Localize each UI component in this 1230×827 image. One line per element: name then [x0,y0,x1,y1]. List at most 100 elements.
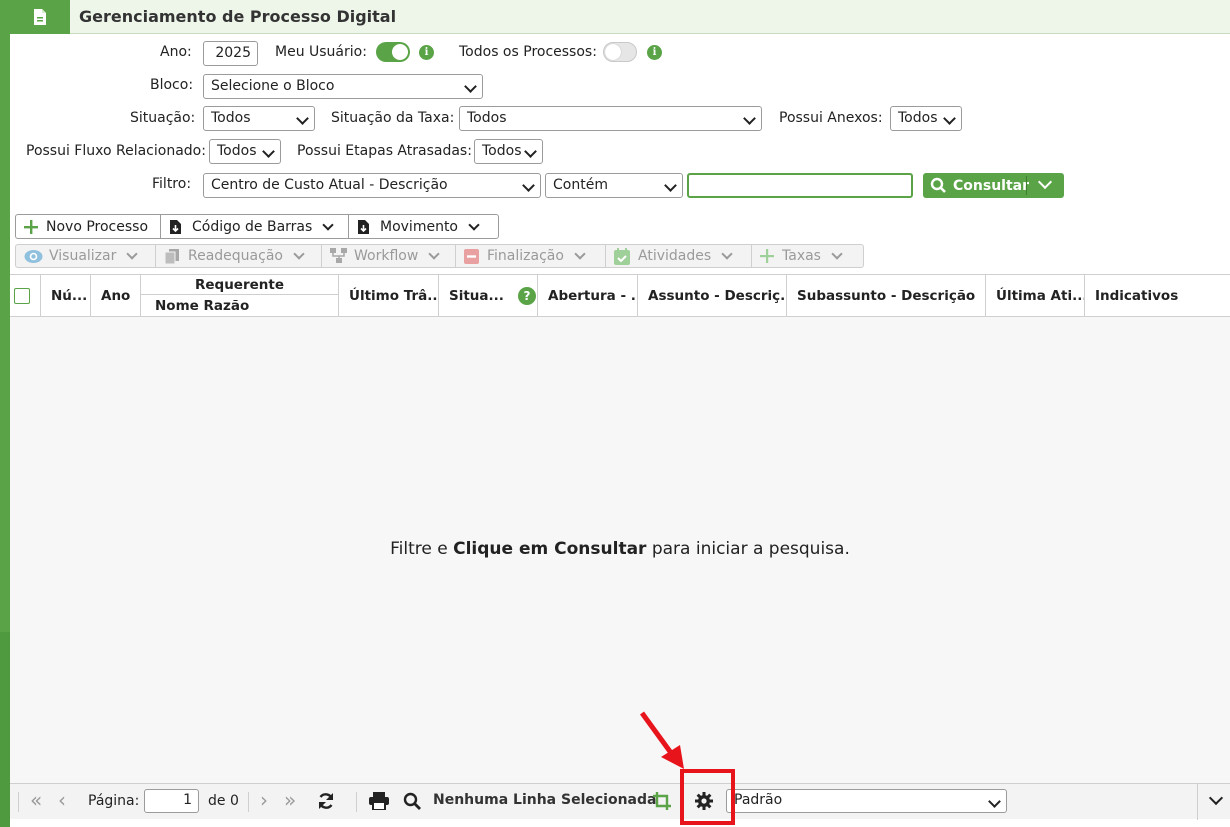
last-page-icon[interactable]: » [284,788,296,812]
action-toolbar: Novo Processo Código de Barras Movimento [15,214,499,239]
secondary-toolbar: Visualizar Readequação Workflow Finaliza… [15,244,864,268]
novo-processo-label: Novo Processo [46,218,149,235]
workflow-icon [330,248,347,263]
possui-anexos-label: Possui Anexos: [779,110,883,126]
print-icon[interactable] [369,792,389,810]
possui-etapas-select[interactable]: Todos [474,139,543,164]
column-assunto[interactable]: Assunto - Descriç... [638,275,787,317]
column-numero[interactable]: Nú... [41,275,91,317]
bloco-select[interactable]: Selecione o Bloco [203,74,483,99]
consultar-button[interactable]: Consultar [923,173,1064,198]
minus-square-icon [464,248,479,264]
filtro-campo-value: Centro de Custo Atual - Descrição [211,177,448,193]
situacao-select-value: Todos [211,110,251,126]
search-icon[interactable] [403,792,422,811]
filtro-valor-input[interactable] [687,173,913,198]
atividades-label: Atividades [638,248,712,264]
situacao-taxa-label: Situação da Taxa: [331,110,455,126]
page-count-label: de 0 [208,793,239,809]
info-icon[interactable]: i [419,45,434,60]
taxas-button[interactable]: Taxas [752,245,863,267]
chevron-down-icon [464,80,477,93]
situacao-select[interactable]: Todos [203,106,315,131]
column-ultimo-tramite[interactable]: Último Trâ... [339,275,439,317]
column-situacao-label: Situa... [449,288,504,304]
filtro-label: Filtro: [152,176,192,192]
codigo-barras-button[interactable]: Código de Barras [161,215,349,238]
visualizar-button[interactable]: Visualizar [16,245,156,267]
ano-input[interactable]: 2025 [203,41,258,66]
copy-icon [164,248,179,264]
empty-suffix: para iniciar a pesquisa. [646,539,850,559]
filtro-campo-select[interactable]: Centro de Custo Atual - Descrição [203,173,541,198]
readequacao-button[interactable]: Readequação [156,245,322,267]
chevron-down-icon [664,179,677,192]
previous-page-icon[interactable]: ‹ [58,788,66,812]
annotation-arrow [639,711,684,769]
chevron-down-icon [574,248,586,260]
chevron-down-icon [293,248,305,260]
column-abertura[interactable]: Abertura - ... [538,275,638,317]
refresh-icon[interactable] [317,792,335,810]
meu-usuario-toggle[interactable] [376,42,410,62]
possui-fluxo-select[interactable]: Todos [209,139,281,164]
workflow-button[interactable]: Workflow [322,245,456,267]
column-situacao[interactable]: Situa... ? [439,275,538,317]
possui-etapas-select-value: Todos [482,143,522,159]
novo-processo-button[interactable]: Novo Processo [16,215,161,238]
first-page-icon[interactable]: « [30,788,42,812]
possui-fluxo-label: Possui Fluxo Relacionado: [26,143,206,159]
help-icon[interactable]: ? [517,287,536,305]
plus-icon [760,249,774,263]
plus-icon [24,219,38,234]
chevron-down-icon [296,112,309,125]
chevron-down-icon[interactable] [1208,790,1224,806]
column-requerente-group: Requerente Nome Razão [141,275,339,317]
atividades-button[interactable]: Atividades [606,245,752,267]
eye-icon [24,249,43,263]
select-all-checkbox[interactable] [14,288,30,304]
chevron-down-icon [522,179,535,192]
chevron-down-icon[interactable] [1037,174,1053,190]
bloco-select-value: Selecione o Bloco [211,78,335,94]
possui-anexos-select-value: Todos [898,110,938,126]
movimento-label: Movimento [380,218,458,235]
column-ultima-atividade[interactable]: Última Ati... [986,275,1085,317]
annotation-highlight-box [680,769,735,825]
possui-anexos-select[interactable]: Todos [890,106,962,131]
column-requerente[interactable]: Requerente [141,275,338,295]
info-icon[interactable]: i [647,45,662,60]
calendar-check-icon [614,247,630,265]
consultar-label: Consultar [953,177,1030,194]
movimento-button[interactable]: Movimento [349,215,498,238]
file-download-icon [170,219,181,234]
chevron-down-icon [428,248,440,260]
file-download-icon [358,219,369,234]
finalizacao-button[interactable]: Finalização [456,245,606,267]
search-icon [930,177,946,193]
codigo-barras-label: Código de Barras [192,218,313,235]
filtro-operador-select[interactable]: Contém [545,173,683,198]
chevron-down-icon [831,248,843,260]
layout-select[interactable]: Padrão [726,789,1007,813]
bloco-label: Bloco: [150,77,194,93]
next-page-icon[interactable]: › [260,788,268,812]
ano-label: Ano: [160,44,192,60]
situacao-taxa-select[interactable]: Todos [459,106,762,131]
chevron-down-icon [126,248,139,260]
grid-body: Filtre e Clique em Consultar para inicia… [10,317,1230,783]
column-subassunto[interactable]: Subassunto - Descrição [787,275,986,317]
page-number-input[interactable]: 1 [144,789,199,813]
chevron-down-icon [943,112,956,125]
crop-icon[interactable] [653,792,671,810]
situacao-label: Situação: [130,110,196,126]
possui-etapas-label: Possui Etapas Atrasadas: [297,143,472,159]
column-nome-razao[interactable]: Nome Razão [141,295,338,316]
empty-prefix: Filtre e [390,539,454,559]
chevron-down-icon [743,112,756,125]
column-ano[interactable]: Ano [91,275,141,317]
workflow-label: Workflow [354,248,419,264]
column-indicativos[interactable]: Indicativos [1085,275,1230,317]
todos-processos-toggle[interactable] [603,42,637,62]
chevron-down-icon [322,218,334,231]
